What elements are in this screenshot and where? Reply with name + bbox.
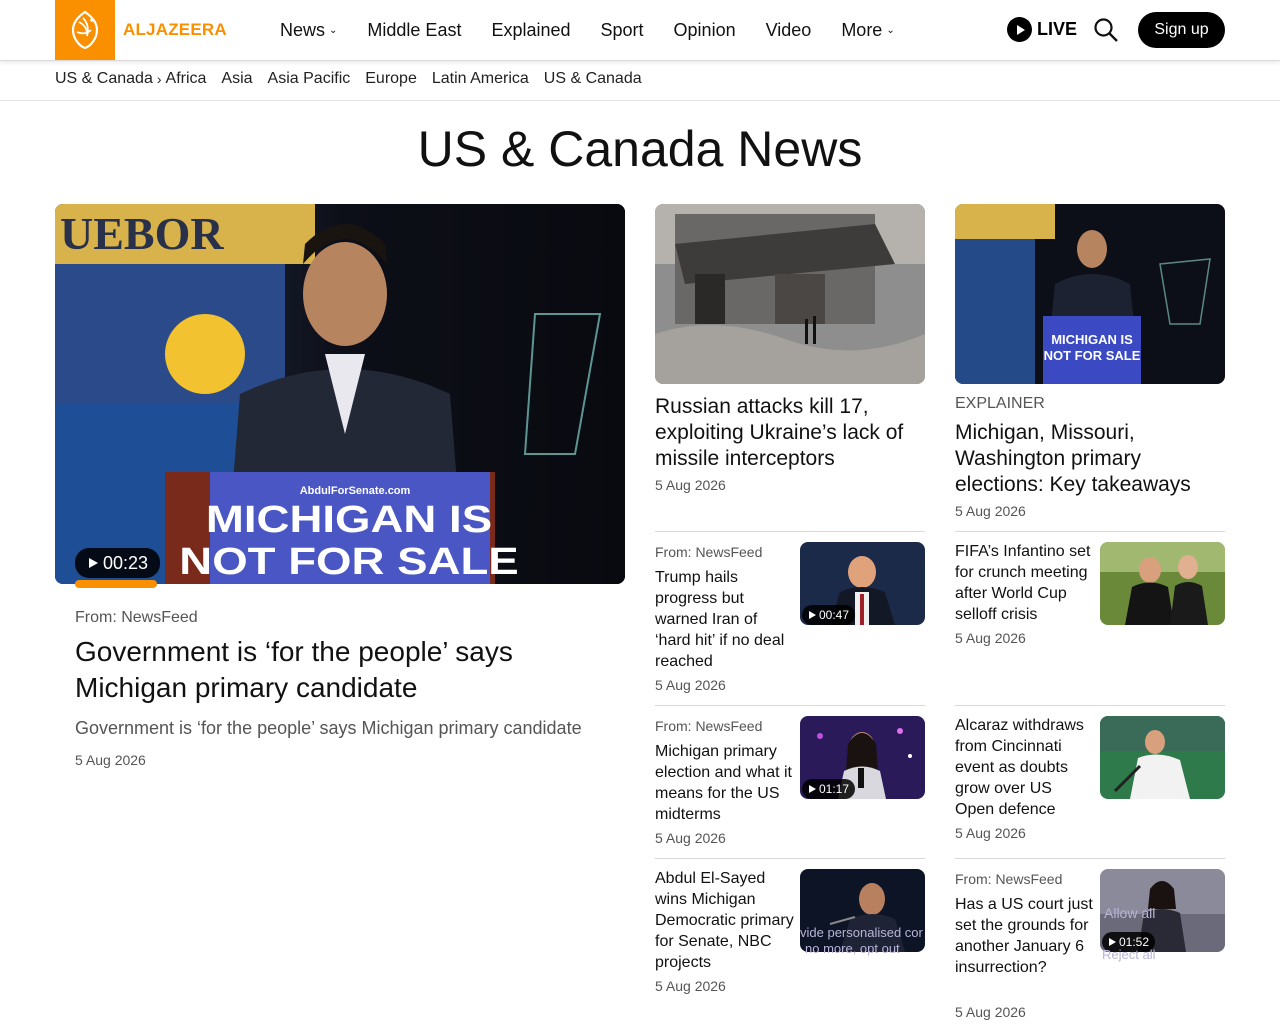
video-duration-badge[interactable]: 00:47 [802, 605, 856, 625]
chevron-down-icon: ⌄ [329, 24, 338, 36]
nav-item-opinion[interactable]: Opinion [674, 20, 736, 41]
divider [955, 531, 1225, 532]
sign-up-button[interactable]: Sign up [1138, 12, 1225, 48]
item-date: 5 Aug 2026 [655, 677, 726, 693]
nav-item-more[interactable]: More ⌄ [841, 20, 894, 41]
banner-text: UEBOR [60, 208, 224, 259]
sign-text-line2: NOT FOR SALE [1044, 348, 1141, 363]
subnav-item-africa[interactable]: Africa [166, 70, 207, 88]
sign-text-line1: MICHIGAN IS [1051, 332, 1133, 347]
alcaraz-headline[interactable]: Alcaraz withdraws from Cincinnati event … [955, 715, 1095, 820]
nav-item-label: Opinion [673, 19, 736, 40]
subnav-item-asia-pacific[interactable]: Asia Pacific [268, 70, 351, 88]
subnav-item-europe[interactable]: Europe [365, 70, 417, 88]
nav-item-label: News [280, 19, 326, 40]
duration-label: 00:23 [103, 552, 149, 573]
progress-underline [75, 580, 157, 588]
cookie-banner-text: no more, opt out [805, 941, 900, 956]
nav-item-video[interactable]: Video [766, 20, 812, 41]
nav-item-label: Sport [600, 19, 644, 40]
subnav-item-us-canada[interactable]: US & Canada [544, 70, 642, 88]
aljazeera-logo[interactable]: ALJAZEERA [55, 0, 227, 60]
live-button[interactable]: LIVE [1007, 17, 1077, 42]
video-duration-badge[interactable]: 00:23 [75, 548, 161, 578]
nav-item-middle-east[interactable]: Middle East [367, 20, 461, 41]
cookie-banner-text: vide personalised cor [800, 925, 923, 940]
duration-label: 01:17 [819, 782, 850, 796]
nav-item-label: Middle East [367, 19, 462, 40]
ukraine-date: 5 Aug 2026 [655, 477, 726, 493]
subnav-item-latin-america[interactable]: Latin America [432, 70, 529, 88]
play-icon [1109, 938, 1116, 946]
play-icon [809, 785, 816, 793]
item-date: 5 Aug 2026 [955, 825, 1026, 841]
infantino-headline[interactable]: FIFA’s Infantino set for crunch meeting … [955, 541, 1095, 625]
michigan-explainer-date: 5 Aug 2026 [955, 503, 1026, 519]
item-date: 5 Aug 2026 [955, 630, 1026, 646]
play-icon [89, 558, 98, 568]
trump-iran-headline[interactable]: Trump hails progress but warned Iran of … [655, 567, 795, 672]
page-title: US & Canada News [417, 121, 863, 177]
item-source: From: NewsFeed [655, 718, 763, 734]
us-court-headline[interactable]: Has a US court just set the grounds for … [955, 894, 1095, 978]
michigan-explainer-headline[interactable]: Michigan, Missouri, Washington primary e… [955, 420, 1225, 498]
michigan-midterms-headline[interactable]: Michigan primary election and what it me… [655, 741, 795, 825]
sign-url-text: AbdulForSenate.com [300, 485, 411, 497]
sign-text-line2: NOT FOR SALE [179, 540, 518, 583]
feature-source: From: NewsFeed [75, 609, 198, 626]
nav-item-label: Video [765, 19, 812, 40]
aljazeera-logo-mark-icon [55, 0, 115, 60]
ukraine-attack-image[interactable] [655, 204, 925, 384]
feature-description: Government is ‘for the people’ says Mich… [75, 718, 582, 738]
top-navigation: ALJAZEERA News ⌄ Middle East Explained Sp… [0, 0, 1280, 61]
el-sayed-headline[interactable]: Abdul El-Sayed wins Michigan Democratic … [655, 868, 795, 973]
live-label: LIVE [1037, 19, 1078, 39]
feature-image[interactable]: UEBOR AbdulForSenate.com MICHIGAN IS NOT… [55, 204, 625, 584]
feature-headline[interactable]: Government is ‘for the people’ says Mich… [75, 634, 615, 706]
sign-text-line1: MICHIGAN IS [206, 498, 492, 541]
play-icon [809, 611, 816, 619]
chevron-down-icon: ⌄ [886, 24, 895, 36]
item-source: From: NewsFeed [955, 871, 1063, 887]
search-icon[interactable] [1093, 17, 1119, 43]
main-nav: News ⌄ Middle East Explained Sport Opinio… [280, 0, 925, 60]
nav-item-label: Explained [491, 19, 571, 40]
item-source: From: NewsFeed [655, 544, 763, 560]
nav-item-sport[interactable]: Sport [601, 20, 644, 41]
nav-item-news[interactable]: News ⌄ [280, 20, 337, 41]
duration-label: 00:47 [819, 608, 850, 622]
divider [655, 531, 925, 532]
nav-item-label: More [841, 19, 883, 40]
divider [955, 705, 1225, 706]
subnav-item-asia[interactable]: Asia [221, 70, 252, 88]
cookie-allow-all-button[interactable]: Allow all [1104, 905, 1155, 921]
alcaraz-image[interactable] [1100, 716, 1225, 799]
chevron-right-icon: › [156, 71, 162, 87]
explainer-kicker: EXPLAINER [955, 395, 1045, 412]
nav-item-explained[interactable]: Explained [491, 20, 570, 41]
divider [655, 705, 925, 706]
item-date: 5 Aug 2026 [955, 1004, 1026, 1020]
item-date: 5 Aug 2026 [655, 830, 726, 846]
divider [955, 858, 1225, 859]
infantino-image[interactable] [1100, 542, 1225, 625]
video-duration-badge[interactable]: 01:17 [802, 779, 856, 799]
item-date: 5 Aug 2026 [655, 978, 726, 994]
subnav-current[interactable]: US & Canada [55, 70, 153, 88]
brand-name: ALJAZEERA [123, 20, 227, 39]
divider [655, 858, 925, 859]
sub-navigation: US & Canada › Africa Asia Asia Pacific E… [0, 61, 1280, 101]
feature-date: 5 Aug 2026 [75, 752, 146, 768]
cookie-reject-all-button[interactable]: Reject all [1102, 947, 1155, 962]
ukraine-headline[interactable]: Russian attacks kill 17, exploiting Ukra… [655, 394, 920, 472]
michigan-explainer-image[interactable]: MICHIGAN IS NOT FOR SALE [955, 204, 1225, 384]
play-icon [1007, 17, 1032, 42]
